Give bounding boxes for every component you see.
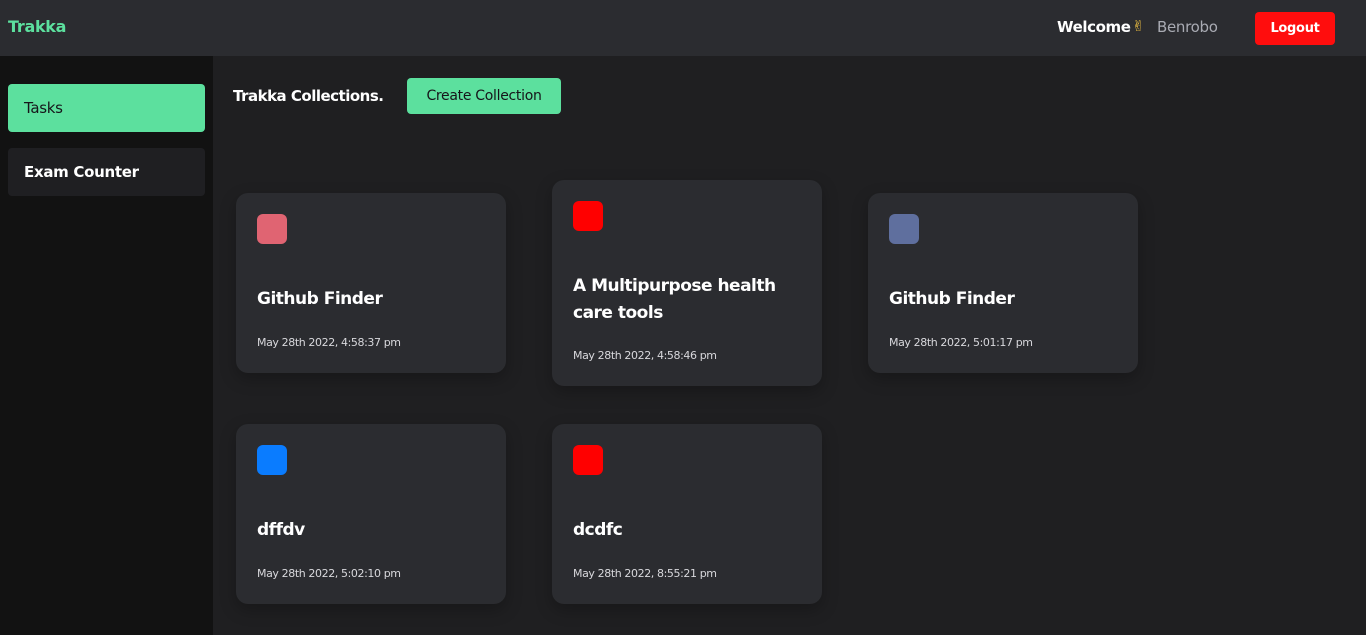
collection-title: Github Finder <box>889 289 1015 309</box>
collection-card[interactable]: dcdfc May 28th 2022, 8:55:21 pm <box>552 424 822 604</box>
collection-title: dffdv <box>257 520 305 540</box>
collection-card[interactable]: A Multipurpose health care tools May 28t… <box>552 180 822 386</box>
collection-date: May 28th 2022, 5:01:17 pm <box>889 336 1033 349</box>
collection-title: dcdfc <box>573 520 623 540</box>
top-navbar: Trakka Welcome ✌ Benrobo Logout <box>0 0 1366 56</box>
sidebar-item-exam-counter[interactable]: Exam Counter <box>8 148 205 196</box>
collection-card[interactable]: Github Finder May 28th 2022, 4:58:37 pm <box>236 193 506 373</box>
collection-color-swatch <box>257 445 287 475</box>
sidebar-item-label: Tasks <box>24 99 63 117</box>
page-title: Trakka Collections. <box>233 87 384 105</box>
sidebar: Tasks Exam Counter <box>0 56 213 635</box>
username: Benrobo <box>1157 18 1218 36</box>
collection-color-swatch <box>889 214 919 244</box>
sidebar-item-label: Exam Counter <box>24 163 139 181</box>
collection-date: May 28th 2022, 4:58:46 pm <box>573 349 717 362</box>
logout-button[interactable]: Logout <box>1255 12 1335 45</box>
collection-title: Github Finder <box>257 289 383 309</box>
brand-logo[interactable]: Trakka <box>8 17 66 36</box>
collection-color-swatch <box>573 445 603 475</box>
collection-card[interactable]: Github Finder May 28th 2022, 5:01:17 pm <box>868 193 1138 373</box>
collection-color-swatch <box>573 201 603 231</box>
collection-date: May 28th 2022, 4:58:37 pm <box>257 336 401 349</box>
collection-title: A Multipurpose health care tools <box>573 276 776 323</box>
welcome-text: Welcome <box>1057 18 1131 36</box>
sidebar-item-tasks[interactable]: Tasks <box>8 84 205 132</box>
collection-card[interactable]: dffdv May 28th 2022, 5:02:10 pm <box>236 424 506 604</box>
victory-hand-icon: ✌ <box>1132 17 1145 35</box>
collection-date: May 28th 2022, 5:02:10 pm <box>257 567 401 580</box>
collection-date: May 28th 2022, 8:55:21 pm <box>573 567 717 580</box>
create-collection-button[interactable]: Create Collection <box>407 78 561 114</box>
collection-color-swatch <box>257 214 287 244</box>
